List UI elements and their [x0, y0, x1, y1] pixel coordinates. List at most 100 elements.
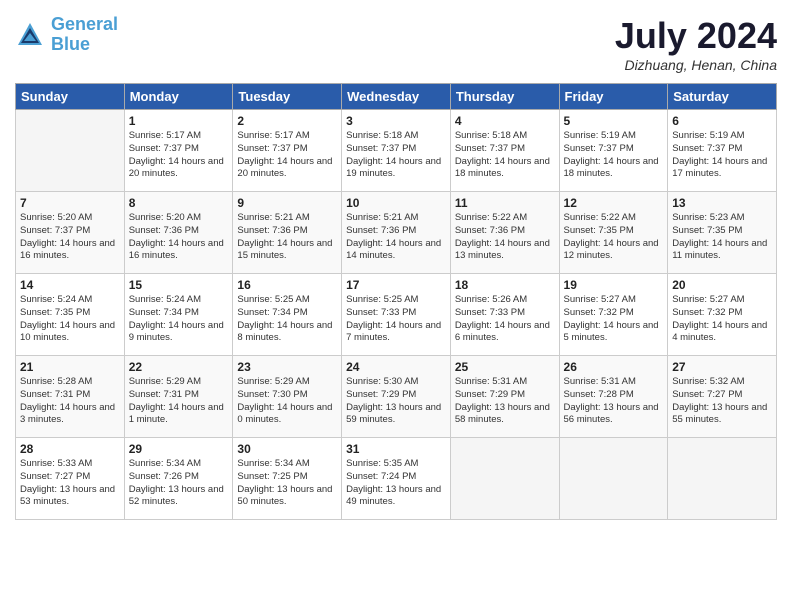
calendar-cell: 11Sunrise: 5:22 AM Sunset: 7:36 PM Dayli…: [450, 192, 559, 274]
logo: General Blue: [15, 15, 118, 55]
calendar-cell: 28 Sunrise: 5:33 AM Sunset: 7:27 PM Dayli…: [16, 438, 125, 520]
day-info: Sunrise: 5:22 AM Sunset: 7:35 PM Dayligh…: [564, 212, 664, 263]
calendar-cell: 12 Sunrise: 5:22 AM Sunset: 7:35 PM Dayli…: [559, 192, 668, 274]
day-info: Sunrise: 5:28 AM Sunset: 7:31 PM Dayligh…: [20, 376, 120, 427]
day-info: Sunrise: 5:20 AM Sunset: 7:37 PM Dayligh…: [20, 212, 120, 263]
calendar-cell: [450, 438, 559, 520]
day-number: 12: [564, 196, 664, 210]
day-info: Sunrise: 5:35 AM Sunset: 7:24 PM Dayligh…: [346, 458, 446, 509]
day-number: 4: [455, 114, 555, 128]
title-block: July 2024 Dizhuang, Henan, China: [615, 15, 777, 73]
logo-line2: Blue: [51, 35, 118, 55]
day-info: Sunrise: 5:20 AM Sunset: 7:36 PM Dayligh…: [129, 212, 229, 263]
calendar-cell: 19 Sunrise: 5:27 AM Sunset: 7:32 PM Dayli…: [559, 274, 668, 356]
day-number: 15: [129, 278, 229, 292]
calendar-cell: 18Sunrise: 5:26 AM Sunset: 7:33 PM Dayli…: [450, 274, 559, 356]
day-info: Sunrise: 5:32 AM Sunset: 7:27 PM Dayligh…: [672, 376, 772, 427]
day-info: Sunrise: 5:33 AM Sunset: 7:27 PM Dayligh…: [20, 458, 120, 509]
day-info: Sunrise: 5:17 AM Sunset: 7:37 PM Dayligh…: [129, 130, 229, 181]
calendar-cell: 2 Sunrise: 5:17 AM Sunset: 7:37 PM Daylig…: [233, 110, 342, 192]
day-number: 21: [20, 360, 120, 374]
day-number: 26: [564, 360, 664, 374]
day-info: Sunrise: 5:19 AM Sunset: 7:37 PM Dayligh…: [672, 130, 772, 181]
calendar-cell: 31Sunrise: 5:35 AM Sunset: 7:24 PM Dayli…: [342, 438, 451, 520]
calendar-cell: 4Sunrise: 5:18 AM Sunset: 7:37 PM Daylig…: [450, 110, 559, 192]
calendar-cell: 9 Sunrise: 5:21 AM Sunset: 7:36 PM Daylig…: [233, 192, 342, 274]
th-saturday: Saturday: [668, 84, 777, 110]
calendar-cell: 13 Sunrise: 5:23 AM Sunset: 7:35 PM Dayli…: [668, 192, 777, 274]
day-number: 24: [346, 360, 446, 374]
day-info: Sunrise: 5:19 AM Sunset: 7:37 PM Dayligh…: [564, 130, 664, 181]
calendar-cell: 30Sunrise: 5:34 AM Sunset: 7:25 PM Dayli…: [233, 438, 342, 520]
calendar-cell: 25Sunrise: 5:31 AM Sunset: 7:29 PM Dayli…: [450, 356, 559, 438]
week-row-0: 1 Sunrise: 5:17 AM Sunset: 7:37 PM Daylig…: [16, 110, 777, 192]
day-info: Sunrise: 5:25 AM Sunset: 7:34 PM Dayligh…: [237, 294, 337, 345]
calendar-cell: 3Sunrise: 5:18 AM Sunset: 7:37 PM Daylig…: [342, 110, 451, 192]
day-number: 11: [455, 196, 555, 210]
calendar-cell: 24Sunrise: 5:30 AM Sunset: 7:29 PM Dayli…: [342, 356, 451, 438]
calendar-cell: 5 Sunrise: 5:19 AM Sunset: 7:37 PM Daylig…: [559, 110, 668, 192]
calendar-cell: 21 Sunrise: 5:28 AM Sunset: 7:31 PM Dayli…: [16, 356, 125, 438]
location: Dizhuang, Henan, China: [615, 57, 777, 73]
day-number: 13: [672, 196, 772, 210]
day-number: 20: [672, 278, 772, 292]
day-number: 1: [129, 114, 229, 128]
day-number: 2: [237, 114, 337, 128]
day-number: 25: [455, 360, 555, 374]
day-info: Sunrise: 5:25 AM Sunset: 7:33 PM Dayligh…: [346, 294, 446, 345]
logo-line1: General: [51, 14, 118, 34]
week-row-3: 21 Sunrise: 5:28 AM Sunset: 7:31 PM Dayli…: [16, 356, 777, 438]
day-info: Sunrise: 5:34 AM Sunset: 7:26 PM Dayligh…: [129, 458, 229, 509]
calendar-cell: 17 Sunrise: 5:25 AM Sunset: 7:33 PM Dayli…: [342, 274, 451, 356]
day-number: 22: [129, 360, 229, 374]
calendar-cell: 14 Sunrise: 5:24 AM Sunset: 7:35 PM Dayli…: [16, 274, 125, 356]
calendar-cell: 27 Sunrise: 5:32 AM Sunset: 7:27 PM Dayli…: [668, 356, 777, 438]
day-number: 18: [455, 278, 555, 292]
day-info: Sunrise: 5:23 AM Sunset: 7:35 PM Dayligh…: [672, 212, 772, 263]
calendar-cell: 29 Sunrise: 5:34 AM Sunset: 7:26 PM Dayli…: [124, 438, 233, 520]
day-number: 23: [237, 360, 337, 374]
day-info: Sunrise: 5:34 AM Sunset: 7:25 PM Dayligh…: [237, 458, 337, 509]
day-info: Sunrise: 5:29 AM Sunset: 7:30 PM Dayligh…: [237, 376, 337, 427]
calendar-cell: 20Sunrise: 5:27 AM Sunset: 7:32 PM Dayli…: [668, 274, 777, 356]
day-number: 3: [346, 114, 446, 128]
th-tuesday: Tuesday: [233, 84, 342, 110]
day-number: 6: [672, 114, 772, 128]
calendar-cell: 8Sunrise: 5:20 AM Sunset: 7:36 PM Daylig…: [124, 192, 233, 274]
th-wednesday: Wednesday: [342, 84, 451, 110]
logo-icon: [15, 20, 45, 50]
calendar-cell: 26 Sunrise: 5:31 AM Sunset: 7:28 PM Dayli…: [559, 356, 668, 438]
calendar-cell: [668, 438, 777, 520]
day-number: 9: [237, 196, 337, 210]
day-number: 28: [20, 442, 120, 456]
day-number: 17: [346, 278, 446, 292]
day-number: 16: [237, 278, 337, 292]
calendar-cell: 7 Sunrise: 5:20 AM Sunset: 7:37 PM Daylig…: [16, 192, 125, 274]
day-info: Sunrise: 5:17 AM Sunset: 7:37 PM Dayligh…: [237, 130, 337, 181]
calendar-cell: 10Sunrise: 5:21 AM Sunset: 7:36 PM Dayli…: [342, 192, 451, 274]
header-row: Sunday Monday Tuesday Wednesday Thursday…: [16, 84, 777, 110]
calendar-cell: 16 Sunrise: 5:25 AM Sunset: 7:34 PM Dayli…: [233, 274, 342, 356]
day-number: 7: [20, 196, 120, 210]
week-row-2: 14 Sunrise: 5:24 AM Sunset: 7:35 PM Dayli…: [16, 274, 777, 356]
day-number: 27: [672, 360, 772, 374]
day-number: 14: [20, 278, 120, 292]
month-title: July 2024: [615, 15, 777, 57]
week-row-1: 7 Sunrise: 5:20 AM Sunset: 7:37 PM Daylig…: [16, 192, 777, 274]
page: General Blue July 2024 Dizhuang, Henan, …: [0, 0, 792, 612]
calendar-cell: 22 Sunrise: 5:29 AM Sunset: 7:31 PM Dayli…: [124, 356, 233, 438]
day-info: Sunrise: 5:21 AM Sunset: 7:36 PM Dayligh…: [346, 212, 446, 263]
day-info: Sunrise: 5:21 AM Sunset: 7:36 PM Dayligh…: [237, 212, 337, 263]
day-info: Sunrise: 5:27 AM Sunset: 7:32 PM Dayligh…: [564, 294, 664, 345]
day-info: Sunrise: 5:24 AM Sunset: 7:34 PM Dayligh…: [129, 294, 229, 345]
day-info: Sunrise: 5:29 AM Sunset: 7:31 PM Dayligh…: [129, 376, 229, 427]
day-number: 29: [129, 442, 229, 456]
day-number: 5: [564, 114, 664, 128]
th-monday: Monday: [124, 84, 233, 110]
day-info: Sunrise: 5:31 AM Sunset: 7:28 PM Dayligh…: [564, 376, 664, 427]
day-info: Sunrise: 5:24 AM Sunset: 7:35 PM Dayligh…: [20, 294, 120, 345]
day-number: 19: [564, 278, 664, 292]
th-friday: Friday: [559, 84, 668, 110]
calendar-cell: [559, 438, 668, 520]
calendar-cell: 1 Sunrise: 5:17 AM Sunset: 7:37 PM Daylig…: [124, 110, 233, 192]
